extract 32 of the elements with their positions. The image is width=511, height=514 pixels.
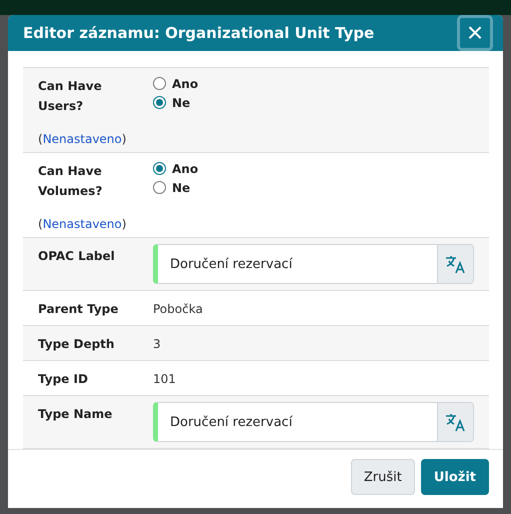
radio-option[interactable]: Ano	[153, 74, 474, 94]
field-label: Type ID	[38, 371, 89, 388]
text-field[interactable]: Doručení rezervací	[153, 402, 474, 442]
field-value: Pobočka	[153, 301, 204, 318]
field-label: Can Have Volumes?	[38, 163, 104, 200]
close-button[interactable]: ×	[457, 15, 493, 52]
unset-note: (Nenastaveno)	[38, 217, 128, 232]
radio-button[interactable]	[153, 96, 166, 110]
field-value: 101	[153, 371, 177, 388]
radio-option[interactable]: Ne	[153, 178, 474, 198]
unset-link[interactable]: Nenastaveno	[42, 132, 122, 146]
radio-option[interactable]: Ne	[153, 93, 474, 112]
field-label: Parent Type	[38, 301, 120, 318]
save-button[interactable]: Uložit	[420, 459, 489, 496]
dialog-title: Editor záznamu: Organizational Unit Type	[23, 24, 376, 42]
unset-link[interactable]: Nenastaveno	[42, 217, 122, 232]
field-label: Can Have Users?	[38, 78, 103, 116]
field-label: Type Depth	[38, 336, 116, 354]
radio-button[interactable]	[153, 162, 166, 176]
translate-icon	[444, 412, 466, 432]
radio-button[interactable]	[153, 77, 166, 90]
translate-icon	[444, 254, 466, 274]
unset-note: (Nenastaveno)	[38, 132, 128, 146]
text-field[interactable]: Doručení rezervací	[153, 244, 474, 284]
field-value: 3	[153, 336, 162, 354]
translate-button[interactable]	[437, 403, 473, 442]
field-label: OPAC Label	[38, 248, 116, 266]
translate-button[interactable]	[437, 245, 473, 284]
field-label: Type Name	[38, 406, 114, 424]
cancel-button[interactable]: Zrušit	[350, 459, 415, 496]
radio-button[interactable]	[153, 181, 166, 194]
radio-option[interactable]: Ano	[153, 159, 474, 178]
